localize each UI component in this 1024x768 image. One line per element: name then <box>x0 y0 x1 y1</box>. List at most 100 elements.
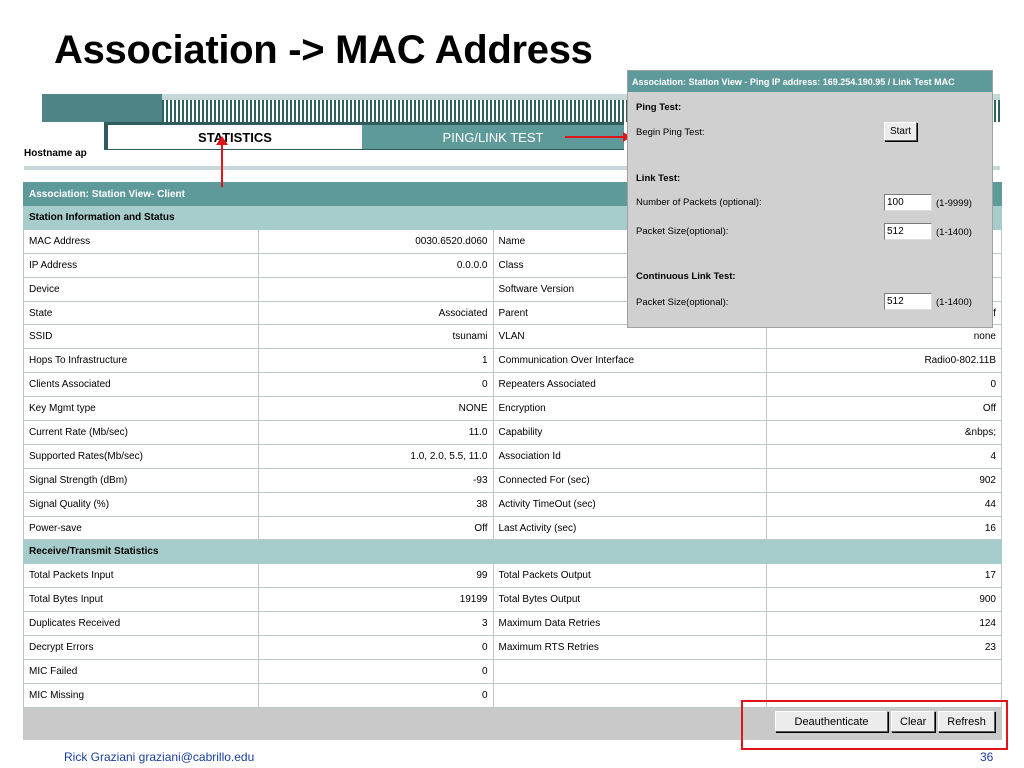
field-value: 1.0, 2.0, 5.5, 11.0 <box>257 443 494 469</box>
packet-size-range: (1-1400) <box>936 227 972 238</box>
field-label: Total Bytes Input <box>23 587 259 613</box>
field-label: Capability <box>492 420 768 445</box>
table-row: Total Packets Input 99 Total Packets Outpu… <box>23 563 1002 589</box>
continuous-link-test-heading: Continuous Link Test: <box>636 271 736 282</box>
field-label: Signal Quality (%) <box>23 491 259 517</box>
field-value: 0030.6520.d060 <box>257 228 494 254</box>
field-value: none <box>766 324 1002 350</box>
field-label: Clients Associated <box>23 372 259 398</box>
field-label: VLAN <box>492 324 768 350</box>
cont-packet-size-input[interactable]: 512 <box>884 293 932 310</box>
tab-bar: STATISTICS PING/LINK TEST <box>104 122 624 150</box>
start-ping-button[interactable]: Start <box>884 122 917 141</box>
field-label: Hops To Infrastructure <box>23 348 259 374</box>
table-row: Supported Rates(Mb/sec) 1.0, 2.0, 5.5, 11… <box>23 443 1002 469</box>
table-row: MIC Failed 0 <box>23 658 1002 684</box>
field-value: tsunami <box>257 324 494 350</box>
field-label: MIC Failed <box>23 658 259 684</box>
table-row: Signal Quality (%) 38 Activity TimeOut (se… <box>23 491 1002 517</box>
ping-test-heading: Ping Test: <box>636 102 682 113</box>
packet-size-input[interactable]: 512 <box>884 223 932 240</box>
dialog-title: Association: Station View - Ping IP addr… <box>628 71 992 92</box>
field-label: Maximum Data Retries <box>492 611 768 637</box>
field-value: 38 <box>257 491 494 517</box>
num-packets-range: (1-9999) <box>936 198 972 209</box>
page-number: 36 <box>980 750 994 764</box>
num-packets-label: Number of Packets (optional): <box>636 197 762 208</box>
field-label: Signal Strength (dBm) <box>23 467 259 493</box>
field-value: 0 <box>257 682 494 708</box>
table-row: Current Rate (Mb/sec) 11.0 Capability &nbps… <box>23 420 1002 445</box>
field-value <box>257 276 494 302</box>
clear-button[interactable]: Clear <box>891 711 936 732</box>
field-value: Radio0-802.11B <box>766 348 1002 374</box>
field-value: NONE <box>257 396 494 422</box>
field-value: 19199 <box>257 587 494 613</box>
field-value <box>766 658 1002 684</box>
field-value: 44 <box>766 491 1002 517</box>
field-label: Repeaters Associated <box>492 372 768 398</box>
deauthenticate-button[interactable]: Deauthenticate <box>775 711 888 732</box>
author-footer: Rick Graziani graziani@cabrillo.edu <box>64 750 255 764</box>
table-row: Duplicates Received 3 Maximum Data Retries… <box>23 611 1002 637</box>
hostname-label: Hostname ap <box>24 148 87 159</box>
field-value: 16 <box>766 515 1002 541</box>
table-row: Key Mgmt type NONE Encryption Off <box>23 396 1002 422</box>
num-packets-input[interactable]: 100 <box>884 194 932 211</box>
field-label: MIC Missing <box>23 682 259 708</box>
field-value: 900 <box>766 587 1002 613</box>
field-label: Total Bytes Output <box>492 587 768 613</box>
field-label <box>492 682 768 708</box>
annotation-arrow-line <box>565 136 625 138</box>
field-label: Total Packets Input <box>23 563 259 589</box>
field-value: 0 <box>766 372 1002 398</box>
table-row: Decrypt Errors 0 Maximum RTS Retries 23 <box>23 635 1002 660</box>
field-value: 99 <box>257 563 494 589</box>
field-label: Association Id <box>492 443 768 469</box>
packet-size-label: Packet Size(optional): <box>636 226 729 237</box>
field-label: Device <box>23 276 259 302</box>
action-buttons: Deauthenticate Clear Refresh <box>775 711 995 732</box>
field-value: 902 <box>766 467 1002 493</box>
field-label: Duplicates Received <box>23 611 259 637</box>
field-value: 23 <box>766 635 1002 660</box>
field-value: 11.0 <box>257 420 494 445</box>
refresh-button[interactable]: Refresh <box>938 711 995 732</box>
field-value: Off <box>766 396 1002 422</box>
field-value: 3 <box>257 611 494 637</box>
field-value: Associated <box>257 300 494 326</box>
field-label: MAC Address <box>23 228 259 254</box>
banner-logo-block <box>42 94 162 122</box>
table-row: Total Bytes Input 19199 Total Bytes Output… <box>23 587 1002 613</box>
field-value: 0.0.0.0 <box>257 252 494 278</box>
slide-title: Association -> MAC Address <box>54 28 593 72</box>
field-label: Maximum RTS Retries <box>492 635 768 660</box>
field-label: Current Rate (Mb/sec) <box>23 420 259 445</box>
field-value: -93 <box>257 467 494 493</box>
field-value: 0 <box>257 658 494 684</box>
field-label: Activity TimeOut (sec) <box>492 491 768 517</box>
tab-statistics[interactable]: STATISTICS <box>108 125 362 149</box>
field-label: State <box>23 300 259 326</box>
table-row: Signal Strength (dBm) -93 Connected For (s… <box>23 467 1002 493</box>
cont-packet-size-range: (1-1400) <box>936 297 972 308</box>
field-value: Off <box>257 515 494 541</box>
table-row: Clients Associated 0 Repeaters Associated 0 <box>23 372 1002 398</box>
field-value: &nbps; <box>766 420 1002 445</box>
cont-packet-size-label: Packet Size(optional): <box>636 297 729 308</box>
field-label: Last Activity (sec) <box>492 515 768 541</box>
field-value: 124 <box>766 611 1002 637</box>
field-value: 1 <box>257 348 494 374</box>
field-value: 0 <box>257 372 494 398</box>
begin-ping-label: Begin Ping Test: <box>636 127 705 138</box>
field-value: 17 <box>766 563 1002 589</box>
table-row: SSID tsunami VLAN none <box>23 324 1002 350</box>
table-row: Power-save Off Last Activity (sec) 16 <box>23 515 1002 541</box>
field-label: Power-save <box>23 515 259 541</box>
field-label: Connected For (sec) <box>492 467 768 493</box>
annotation-arrow-line <box>221 143 223 187</box>
field-label: Total Packets Output <box>492 563 768 589</box>
section-header-rx-tx: Receive/Transmit Statistics <box>23 539 1002 565</box>
field-value: 4 <box>766 443 1002 469</box>
field-value: 0 <box>257 635 494 660</box>
